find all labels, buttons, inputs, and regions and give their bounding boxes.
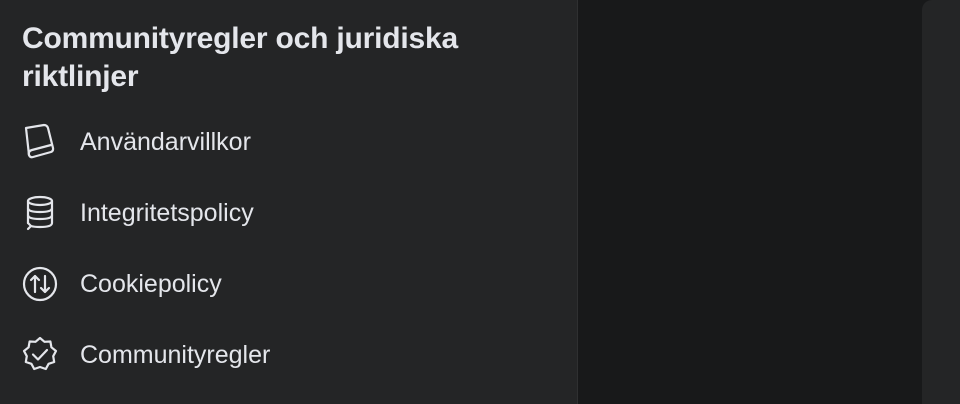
- community-standards-label: Communityregler: [80, 340, 271, 369]
- book-icon: [20, 122, 60, 162]
- section-title: Communityregler och juridiska riktlinjer: [22, 22, 458, 93]
- community-standards-link[interactable]: Communityregler: [0, 319, 578, 390]
- database-icon: [20, 193, 60, 233]
- cookie-policy-link[interactable]: Cookiepolicy: [0, 248, 578, 319]
- terms-of-service-link[interactable]: Användarvillkor: [0, 106, 578, 177]
- terms-of-service-label: Användarvillkor: [80, 127, 251, 156]
- legal-links-list: Användarvillkor Integritetspolicy Cookie…: [0, 106, 578, 390]
- verified-badge-icon: [20, 335, 60, 375]
- sort-arrows-icon: [20, 264, 60, 304]
- content-area: [578, 0, 922, 404]
- legal-panel: Communityregler och juridiska riktlinjer…: [0, 0, 578, 404]
- app-window: Communityregler och juridiska riktlinjer…: [0, 0, 960, 404]
- privacy-policy-label: Integritetspolicy: [80, 198, 254, 227]
- cookie-policy-label: Cookiepolicy: [80, 269, 222, 298]
- right-side-panel: [922, 0, 960, 404]
- privacy-policy-link[interactable]: Integritetspolicy: [0, 177, 578, 248]
